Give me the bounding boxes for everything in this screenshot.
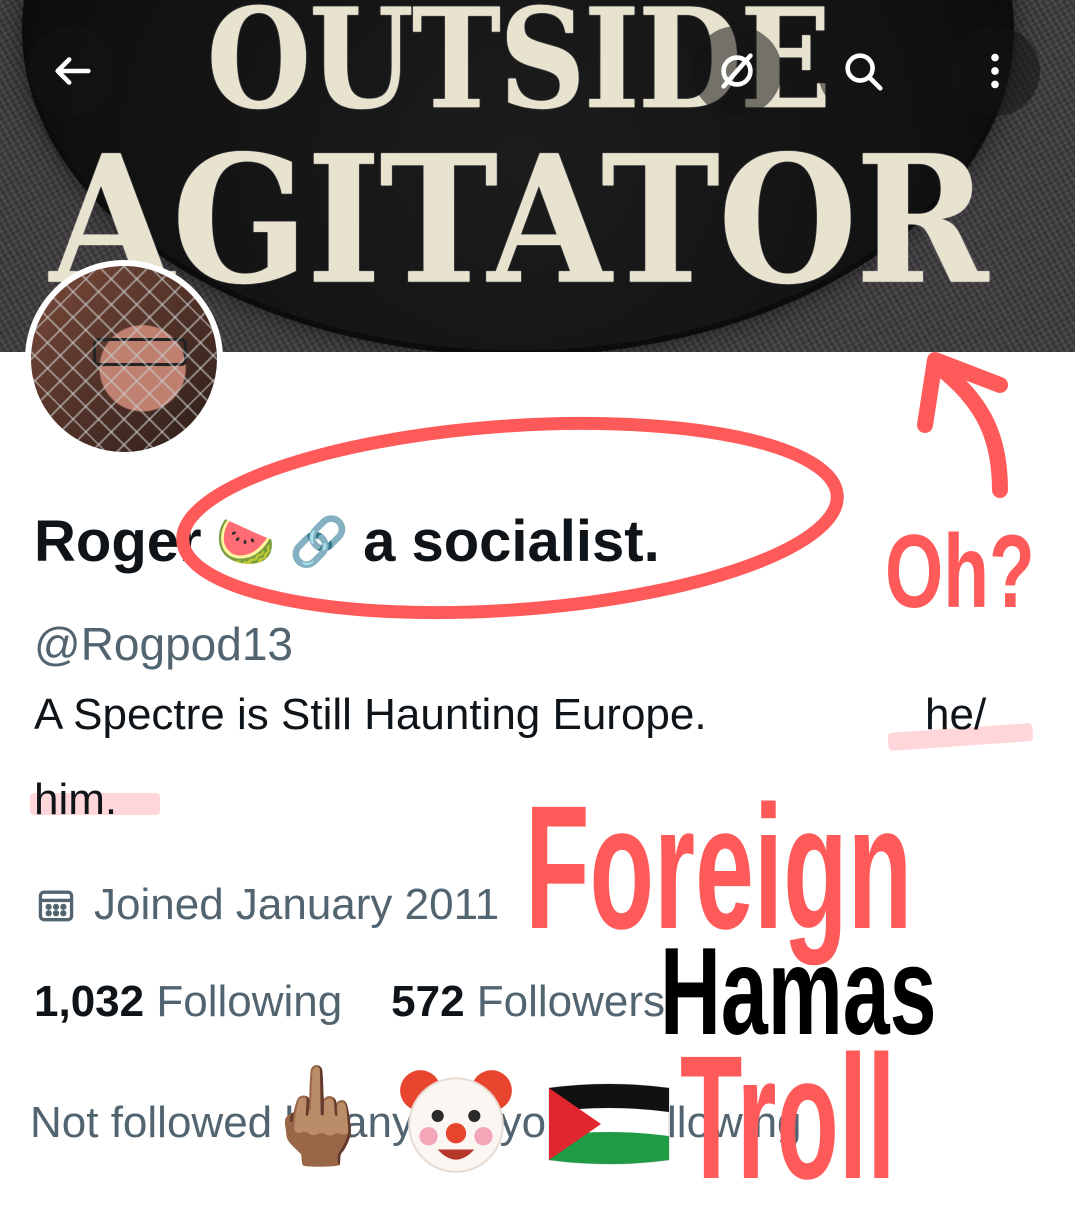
following-label: Following [156, 977, 343, 1026]
back-button[interactable] [28, 26, 118, 116]
search-button[interactable] [818, 26, 908, 116]
bio-pronouns: he/ [925, 690, 987, 739]
clown-face-icon [400, 1070, 512, 1173]
grok-button[interactable] [692, 26, 782, 116]
calendar-icon [38, 890, 74, 922]
user-handle: @Rogpod13 [34, 618, 293, 670]
avatar-photo [31, 266, 217, 452]
followers-link[interactable]: 572 Followers [391, 977, 665, 1026]
joined-date: Joined January 2011 [34, 880, 499, 930]
bio-text-line2: him. [34, 775, 118, 824]
annotation-oh: Oh? [885, 514, 1035, 630]
watermelon-icon: 🍉 [215, 514, 276, 570]
arrow-left-icon [55, 57, 91, 85]
bio-text: A Spectre is Still Haunting Europe. [34, 690, 707, 739]
display-name: Roger 🍉 🔗 a socialist. [34, 508, 660, 575]
grok-icon [721, 53, 753, 89]
followers-count: 572 [391, 977, 465, 1026]
avatar[interactable] [25, 260, 223, 458]
more-button[interactable] [950, 26, 1040, 116]
more-vertical-icon [991, 53, 999, 89]
annotation-troll: Troll [680, 1020, 896, 1216]
middle-finger-icon: 🖕🏽 [258, 1060, 378, 1172]
follow-counts: 1,032 Following 572 Followers [34, 977, 665, 1027]
following-count: 1,032 [34, 977, 145, 1026]
search-icon [845, 53, 883, 91]
redacted-area [625, 380, 1045, 465]
display-name-suffix: a socialist. [363, 509, 660, 574]
following-link[interactable]: 1,032 Following [34, 977, 342, 1026]
broken-chain-icon: 🔗 [289, 514, 350, 570]
avatar-fence-overlay [31, 266, 217, 452]
followers-label: Followers [476, 977, 666, 1026]
display-name-prefix: Roger [34, 509, 202, 574]
joined-text: Joined January 2011 [94, 880, 500, 929]
palestine-flag-icon [548, 1083, 670, 1165]
